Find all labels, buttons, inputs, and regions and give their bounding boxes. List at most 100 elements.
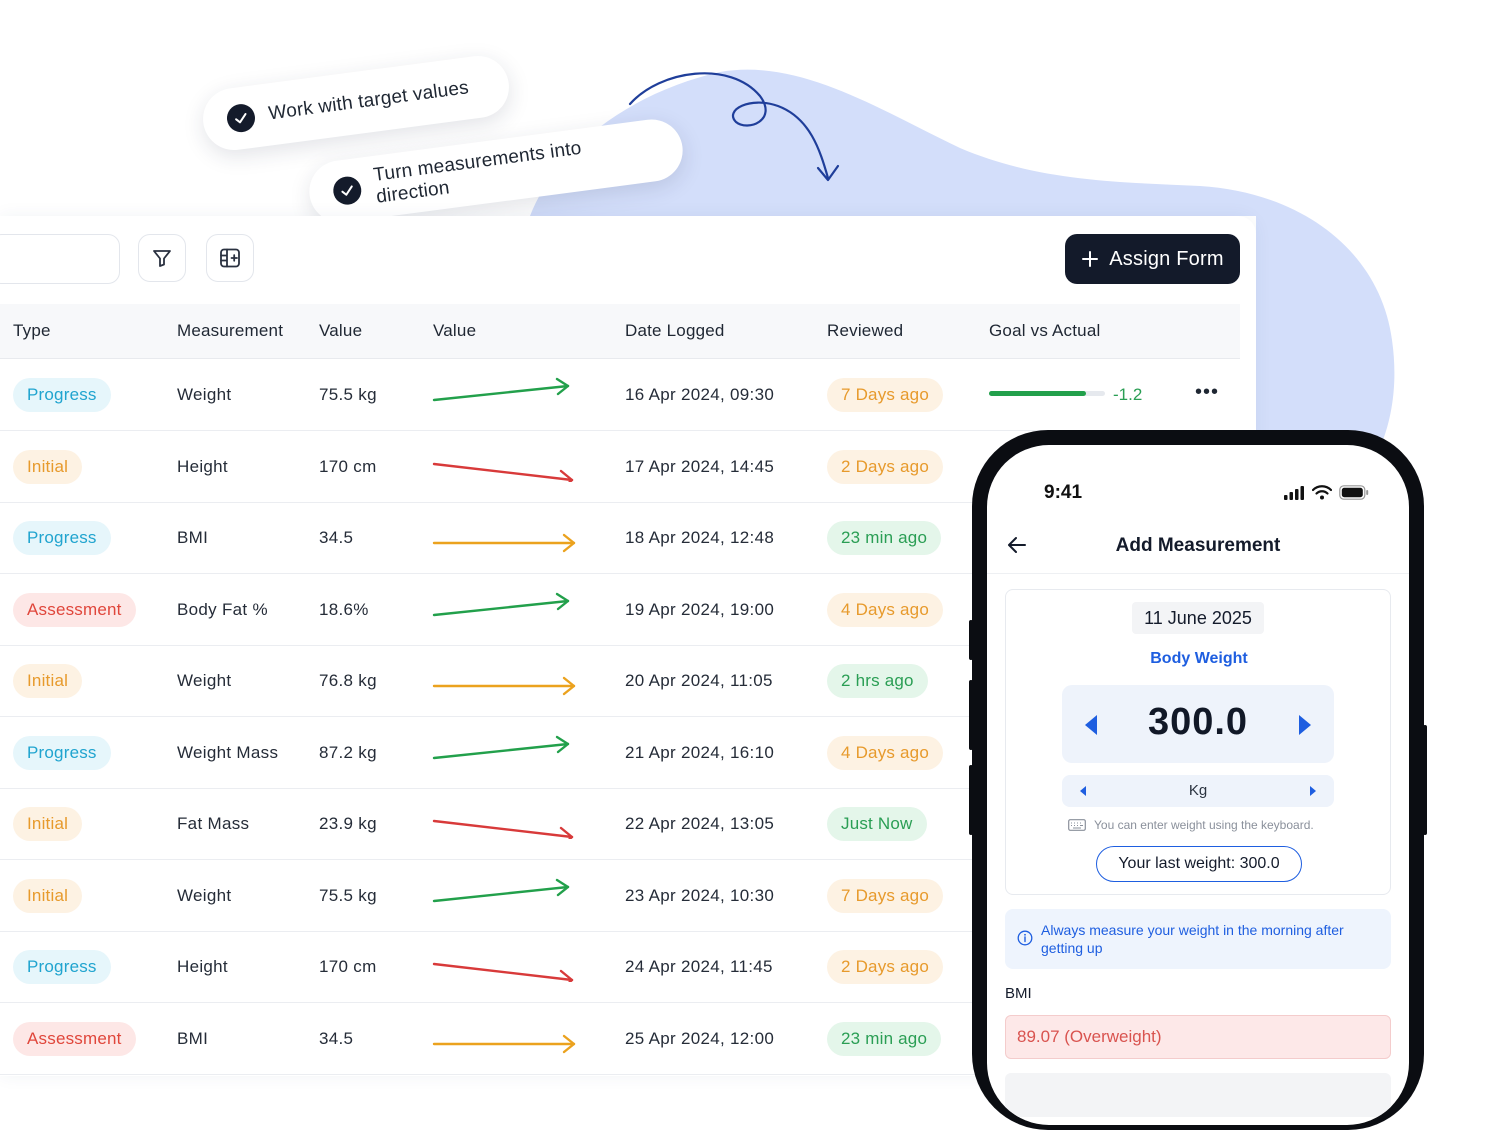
goal-progress-bar — [989, 391, 1105, 396]
measurement-card: 11 June 2025 Body Weight 300.0 Kg You ca… — [1005, 589, 1391, 895]
measurement-name: Height — [177, 957, 228, 976]
trend-down-arrow-icon — [432, 462, 574, 482]
increase-arrow-icon[interactable] — [1296, 713, 1314, 737]
unit-next-icon[interactable] — [1308, 785, 1318, 797]
measurement-value: 23.9 kg — [319, 814, 377, 833]
screen-title: Add Measurement — [1115, 535, 1281, 556]
type-badge: Initial — [13, 449, 83, 484]
date-logged: 24 Apr 2024, 11:45 — [625, 957, 773, 976]
keyboard-hint-text: You can enter weight using the keyboard. — [1094, 818, 1314, 832]
value-display[interactable]: 300.0 — [1062, 701, 1334, 744]
measurement-name: Weight — [177, 671, 232, 690]
measurement-name: Weight Mass — [177, 742, 279, 762]
last-weight-chip[interactable]: Your last weight: 300.0 — [1096, 846, 1302, 882]
signal-icon — [1284, 485, 1304, 500]
bmi-value: 89.07 (Overweight) — [1005, 1015, 1391, 1059]
reviewed-badge: 4 Days ago — [827, 735, 943, 770]
status-time: 9:41 — [1044, 482, 1083, 503]
trend-up-arrow-icon — [432, 735, 570, 759]
trend-up-arrow-icon — [432, 592, 570, 616]
date-logged: 20 Apr 2024, 11:05 — [625, 671, 773, 690]
reviewed-badge: 7 Days ago — [827, 878, 943, 913]
trend-flat-arrow-icon — [432, 533, 576, 553]
reviewed-badge: 23 min ago — [827, 521, 942, 555]
measurement-name: Body Fat % — [177, 599, 268, 619]
column-header-measurement[interactable]: Measurement — [177, 321, 283, 341]
unit-value: Kg — [1188, 782, 1208, 799]
reviewed-badge: Just Now — [827, 807, 927, 841]
phone-mockup: 9:41 Add Measurement 11 June 2025 Body W… — [969, 430, 1427, 1130]
type-badge: Progress — [13, 521, 111, 555]
column-header-reviewed[interactable]: Reviewed — [827, 321, 903, 341]
columns-button[interactable] — [206, 234, 254, 282]
type-badge: Initial — [13, 664, 83, 698]
metric-label: Body Weight — [1150, 650, 1248, 667]
assign-form-label: Assign Form — [1109, 247, 1224, 270]
reviewed-badge: 23 min ago — [827, 1021, 942, 1056]
measurement-name: BMI — [177, 1028, 209, 1048]
column-header-value[interactable]: Value — [319, 321, 362, 341]
type-badge: Progress — [13, 378, 111, 412]
goal-delta: -1.2 — [1113, 385, 1143, 404]
measurement-value: 170 cm — [319, 456, 377, 476]
keyboard-icon — [1068, 819, 1086, 831]
unit-selector[interactable]: Kg — [1062, 775, 1334, 807]
value-stepper[interactable]: 300.0 — [1062, 685, 1334, 763]
table-row[interactable]: Progress Weight 75.5 kg 16 Apr 2024, 09:30 7… — [0, 359, 1240, 431]
date-logged: 23 Apr 2024, 10:30 — [625, 885, 775, 905]
swirl-arrow-icon — [628, 72, 840, 182]
trend-down-arrow-icon — [432, 962, 574, 982]
plus-icon — [1082, 251, 1099, 267]
table-columns-icon — [220, 248, 240, 268]
reviewed-badge: 2 hrs ago — [827, 664, 928, 698]
next-field — [1005, 1073, 1391, 1117]
bmi-label: BMI — [1005, 985, 1032, 1002]
measurement-value: 76.8 kg — [319, 671, 377, 690]
measurement-name: Height — [177, 456, 228, 476]
column-header-goal-vs-actual[interactable]: Goal vs Actual — [989, 321, 1100, 341]
battery-icon — [1339, 485, 1369, 500]
measurement-name: Weight — [177, 885, 232, 905]
more-options-icon[interactable]: ••• — [1195, 381, 1219, 404]
date-logged: 18 Apr 2024, 12:48 — [625, 528, 775, 547]
measurement-name: Weight — [177, 385, 232, 404]
date-logged: 16 Apr 2024, 09:30 — [625, 385, 775, 404]
type-badge: Progress — [13, 950, 111, 984]
wifi-icon — [1312, 485, 1332, 500]
date-logged: 25 Apr 2024, 12:00 — [625, 1028, 775, 1048]
type-badge: Assessment — [13, 592, 136, 627]
trend-up-arrow-icon — [432, 377, 570, 402]
check-icon — [331, 174, 363, 207]
search-input[interactable] — [0, 234, 120, 284]
table-header: Type Measurement Value Value Date Logged… — [0, 304, 1240, 359]
keyboard-hint: You can enter weight using the keyboard. — [1068, 818, 1314, 832]
measurement-value: 34.5 — [319, 528, 354, 547]
filter-button[interactable] — [138, 234, 186, 282]
date-selector[interactable]: 11 June 2025 — [1132, 602, 1264, 634]
date-logged: 17 Apr 2024, 14:45 — [625, 456, 775, 476]
reviewed-badge: 2 Days ago — [827, 449, 943, 484]
type-badge: Assessment — [13, 1021, 136, 1056]
phone-screen: 9:41 Add Measurement 11 June 2025 Body W… — [987, 445, 1409, 1125]
trend-flat-arrow-icon — [432, 676, 576, 696]
type-badge: Initial — [13, 878, 83, 913]
tip-text: Always measure your weight in the mornin… — [1041, 922, 1344, 956]
trend-flat-arrow-icon — [432, 1034, 576, 1053]
date-logged: 19 Apr 2024, 19:00 — [625, 599, 775, 619]
reviewed-badge: 2 Days ago — [827, 950, 943, 984]
callout-text: Work with target values — [267, 77, 471, 125]
date-logged: 22 Apr 2024, 13:05 — [625, 814, 775, 833]
measurement-value: 87.2 kg — [319, 742, 377, 762]
screen-header: Add Measurement — [987, 523, 1409, 574]
type-badge: Progress — [13, 735, 111, 770]
measurement-value: 75.5 kg — [319, 885, 377, 905]
assign-form-button[interactable]: Assign Form — [1065, 234, 1240, 284]
column-header-date-logged[interactable]: Date Logged — [625, 321, 725, 341]
measurement-value: 18.6% — [319, 599, 369, 619]
check-icon — [225, 102, 257, 134]
trend-down-arrow-icon — [432, 819, 574, 839]
measurement-value: 170 cm — [319, 957, 377, 976]
trend-up-arrow-icon — [432, 878, 570, 902]
reviewed-badge: 4 Days ago — [827, 592, 943, 627]
column-header-type[interactable]: Type — [13, 321, 51, 341]
